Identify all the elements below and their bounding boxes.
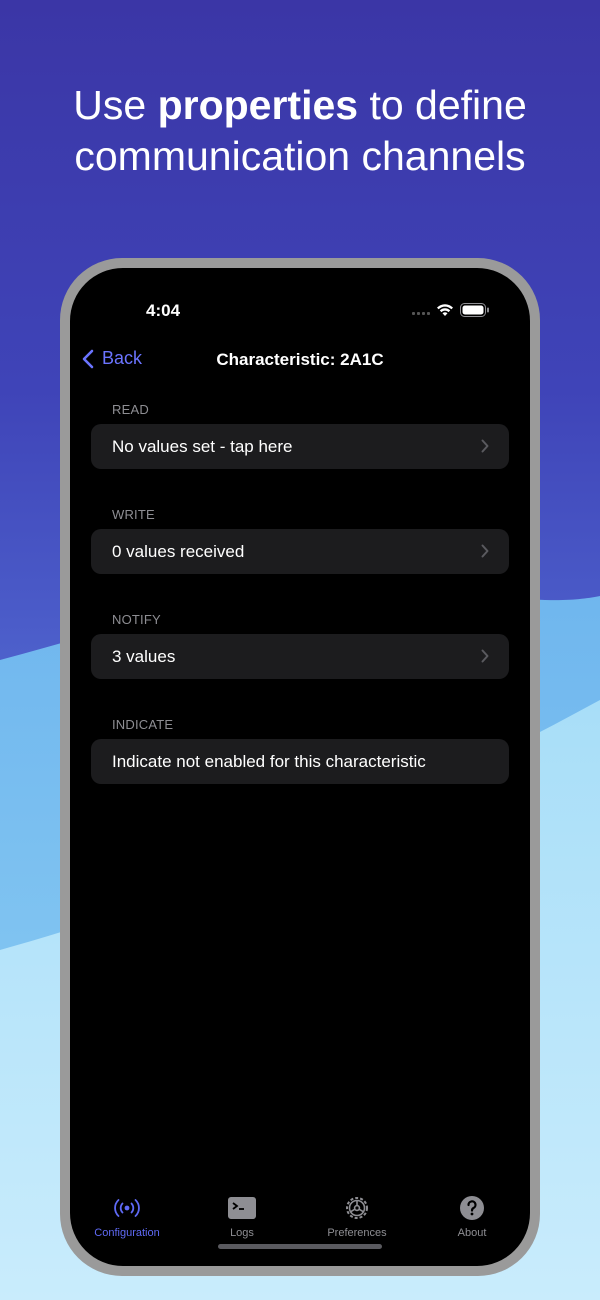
terminal-icon: [228, 1197, 256, 1219]
status-time: 4:04: [146, 301, 181, 320]
indicate-cell-value: Indicate not enabled for this characteri…: [112, 751, 426, 771]
tab-configuration[interactable]: Configuration: [77, 1194, 177, 1239]
tab-label-configuration: Configuration: [94, 1227, 160, 1239]
section-label-indicate: INDICATE: [112, 717, 174, 732]
wifi-icon: [437, 304, 453, 316]
section-label-write: WRITE: [112, 507, 155, 522]
section-label-notify: NOTIFY: [112, 612, 161, 627]
nav-title: Characteristic: 2A1C: [216, 350, 384, 369]
tab-label-logs: Logs: [230, 1227, 254, 1239]
gear-icon: [346, 1197, 368, 1219]
headline-bold: properties: [157, 82, 359, 128]
question-icon: [460, 1196, 484, 1220]
headline-line2: communication channels: [74, 133, 526, 179]
navigation-bar: Back Characteristic: 2A1C: [70, 340, 530, 380]
read-cell[interactable]: No values set - tap here: [91, 424, 509, 469]
section-label-read: READ: [112, 402, 149, 417]
chevron-right-icon: [481, 544, 489, 558]
chevron-right-icon: [481, 439, 489, 453]
broadcast-icon: [114, 1199, 140, 1217]
write-cell[interactable]: 0 values received: [91, 529, 509, 574]
read-cell-value: No values set - tap here: [112, 436, 293, 456]
tab-label-about: About: [457, 1227, 487, 1239]
battery-icon: [460, 303, 489, 317]
cellular-signal-icon: [412, 305, 430, 315]
home-indicator: [218, 1244, 382, 1249]
tab-label-preferences: Preferences: [327, 1227, 387, 1239]
tab-preferences[interactable]: Preferences: [307, 1194, 407, 1239]
chevron-right-icon: [481, 649, 489, 663]
write-cell-value: 0 values received: [112, 541, 245, 561]
tab-about[interactable]: About: [422, 1194, 522, 1239]
phone-screen: 4:04 Back Characteristic: 2A1C READ No v…: [70, 268, 530, 1266]
phone-frame: 4:04 Back Characteristic: 2A1C READ No v…: [60, 258, 540, 1276]
tab-logs[interactable]: Logs: [192, 1194, 292, 1239]
headline: Use properties to define communication c…: [0, 80, 600, 182]
indicate-cell: Indicate not enabled for this characteri…: [91, 739, 509, 784]
notify-cell-value: 3 values: [112, 646, 176, 666]
notify-cell[interactable]: 3 values: [91, 634, 509, 679]
status-icons: [412, 301, 490, 319]
